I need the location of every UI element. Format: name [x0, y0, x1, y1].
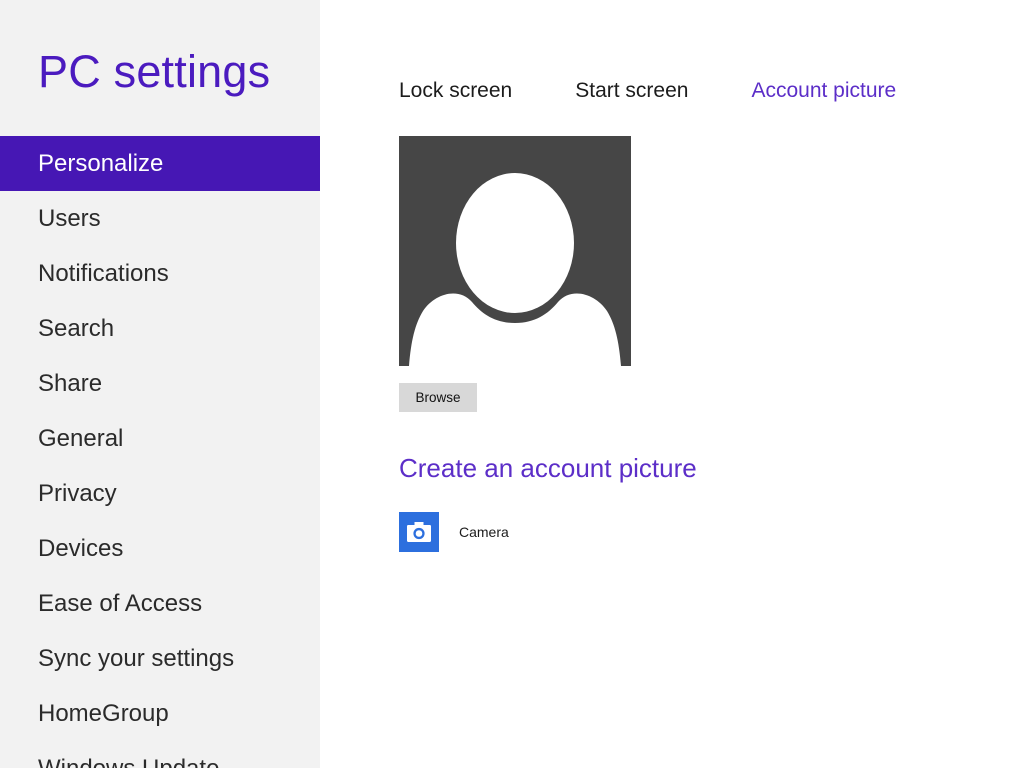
tab-account-picture[interactable]: Account picture [751, 79, 896, 103]
create-account-picture-section: Create an account picture Camera [399, 455, 697, 552]
sidebar-item-label: HomeGroup [38, 699, 169, 727]
sidebar-item-general[interactable]: General [0, 411, 320, 466]
account-picture-block: Browse [399, 136, 631, 412]
sidebar-item-label: General [38, 424, 124, 452]
sidebar-item-devices[interactable]: Devices [0, 521, 320, 576]
pc-settings-window: PC settings Personalize Users Notificati… [0, 0, 1024, 768]
sidebar-item-notifications[interactable]: Notifications [0, 246, 320, 301]
sidebar-item-label: Privacy [38, 479, 117, 507]
sidebar-item-windows-update[interactable]: Windows Update [0, 741, 320, 768]
sidebar-item-users[interactable]: Users [0, 191, 320, 246]
tab-bar: Lock screen Start screen Account picture [399, 79, 896, 103]
browse-button[interactable]: Browse [399, 383, 477, 412]
sidebar-item-label: Sync your settings [38, 644, 235, 672]
sidebar-item-label: Notifications [38, 259, 169, 287]
sidebar-item-share[interactable]: Share [0, 356, 320, 411]
camera-app-label: Camera [459, 524, 509, 540]
sidebar-item-personalize[interactable]: Personalize [0, 136, 320, 191]
account-picture-preview[interactable] [399, 136, 631, 366]
page-title: PC settings [38, 46, 271, 97]
list-item-camera[interactable]: Camera [399, 512, 697, 552]
tab-lock-screen[interactable]: Lock screen [399, 79, 512, 103]
camera-icon[interactable] [399, 512, 439, 552]
sidebar-item-label: Personalize [38, 149, 164, 177]
sidebar: PC settings Personalize Users Notificati… [0, 0, 320, 768]
user-silhouette-icon [409, 173, 621, 366]
sidebar-item-sync-your-settings[interactable]: Sync your settings [0, 631, 320, 686]
create-account-picture-heading: Create an account picture [399, 453, 697, 483]
tab-start-screen[interactable]: Start screen [575, 79, 688, 103]
sidebar-item-label: Users [38, 204, 101, 232]
sidebar-item-label: Search [38, 314, 115, 342]
camera-app-list: Camera [399, 512, 697, 552]
sidebar-item-label: Share [38, 369, 103, 397]
sidebar-nav: Personalize Users Notifications Search S… [0, 136, 320, 768]
sidebar-item-label: Ease of Access [38, 589, 203, 617]
sidebar-item-homegroup[interactable]: HomeGroup [0, 686, 320, 741]
sidebar-item-label: Devices [38, 534, 124, 562]
sidebar-item-privacy[interactable]: Privacy [0, 466, 320, 521]
sidebar-item-search[interactable]: Search [0, 301, 320, 356]
sidebar-item-ease-of-access[interactable]: Ease of Access [0, 576, 320, 631]
content-pane: Lock screen Start screen Account picture… [320, 0, 1024, 768]
sidebar-item-label: Windows Update [38, 754, 220, 768]
